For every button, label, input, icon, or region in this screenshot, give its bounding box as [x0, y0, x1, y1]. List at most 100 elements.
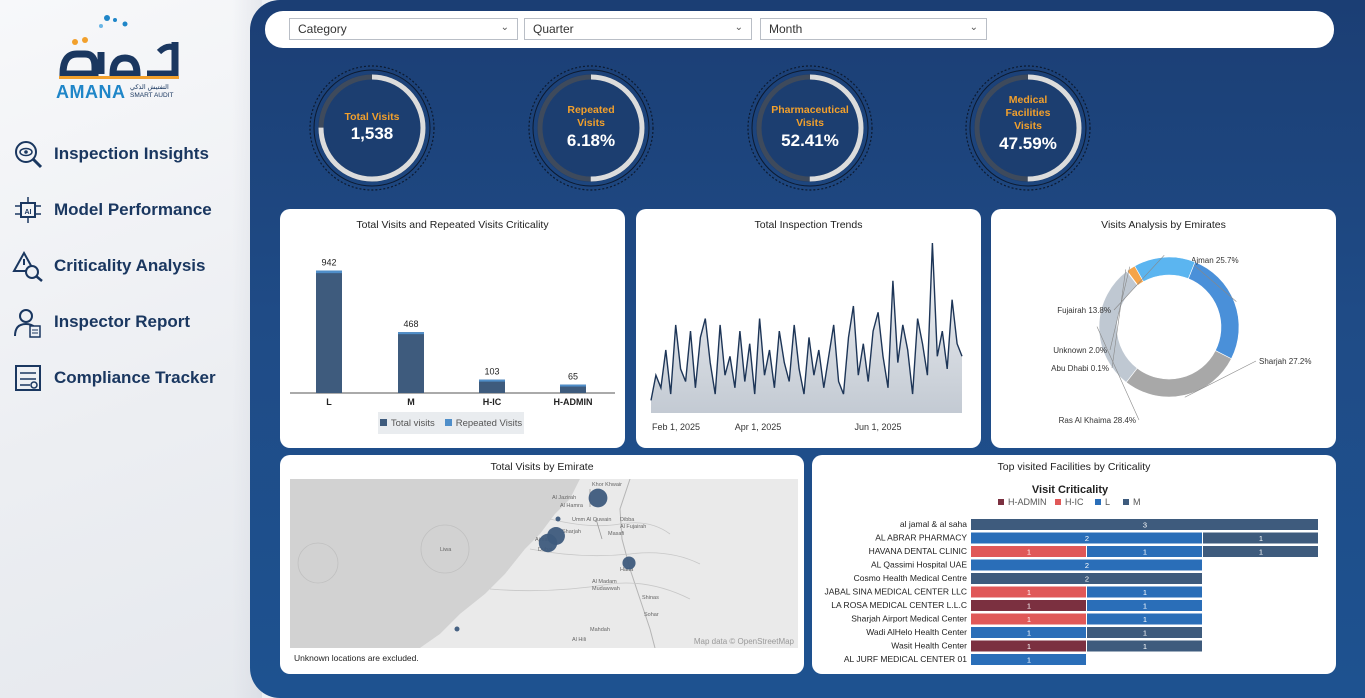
legend-item-repeated[interactable]: Repeated Visits — [444, 418, 522, 429]
tracker-icon — [10, 360, 46, 396]
legend-label: H-ADMIN — [1008, 497, 1047, 507]
svg-text:AI: AI — [25, 209, 32, 216]
chart-legend: Total visits Repeated Visits — [378, 412, 524, 434]
bar-data-label: 103 — [484, 367, 499, 377]
chevron-down-icon: ⌄ — [969, 22, 978, 33]
facility-bar-value: 1 — [1143, 629, 1147, 638]
kpi-label: Repeated Visits — [526, 104, 656, 130]
bar-total-M — [398, 332, 424, 393]
emirates-map[interactable]: Khor Khwair Al Jazirah Al Hamra Al Fujai… — [290, 479, 798, 648]
legend-item-total[interactable]: Total visits — [379, 417, 435, 429]
map-bubble-ras-al-khaimah — [588, 488, 608, 508]
facility-label: Sharjah Airport Medical Center — [851, 614, 967, 624]
emirates-card: Visits Analysis by Emirates Ajman 25.7% S… — [991, 209, 1336, 448]
legend-label: M — [1133, 497, 1141, 507]
facility-label: HAVANA DENTAL CLINIC — [869, 546, 967, 556]
kpi-value: 1,538 — [350, 124, 394, 143]
dropdown-label: Category — [298, 22, 347, 36]
facility-bar-value: 1 — [1027, 642, 1031, 651]
facility-bar-value: 1 — [1027, 602, 1031, 611]
x-tick-label: Feb 1, 2025 — [652, 422, 700, 432]
criticality-bar-chart: 942 L 468 M 103 H-IC 65 H-ADMIN — [290, 258, 615, 407]
category-dropdown[interactable]: Category ⌄ — [289, 18, 518, 40]
category-label: M — [407, 397, 415, 407]
x-tick-label: Jun 1, 2025 — [854, 422, 901, 432]
card-title: Top visited Facilities by Criticality — [997, 461, 1151, 473]
legend-swatch — [444, 418, 452, 426]
facility-label: AL JURF MEDICAL CENTER 01 — [844, 654, 967, 664]
facility-label: al jamal & al saha — [900, 519, 967, 529]
bar-repeated-L — [316, 270, 342, 274]
facility-label: JABAL SINA MEDICAL CENTER LLC — [825, 587, 968, 597]
map-bubble-abu-dhabi — [454, 626, 460, 632]
kpi-label-line: Medical — [1008, 94, 1048, 106]
ai-chip-icon: AI — [10, 192, 46, 228]
sidebar-nav: Inspection Insights AI Model Performance… — [10, 140, 250, 420]
legend-label: Total visits — [390, 417, 435, 429]
card-title: Total Inspection Trends — [754, 219, 863, 231]
inspector-icon — [10, 304, 46, 340]
kpi-label: Pharmaceutical Visits — [745, 104, 875, 130]
nav-compliance-tracker[interactable]: Compliance Tracker — [10, 364, 250, 392]
facility-label: LA ROSA MEDICAL CENTER L.L.C — [831, 600, 967, 610]
legend-title: Visit Criticality — [1032, 484, 1109, 496]
donut-data-label: Abu Dhabi 0.1% — [1051, 364, 1109, 373]
legend-swatch — [379, 418, 387, 426]
card-title: Total Visits by Emirate — [490, 461, 594, 473]
nav-model-performance[interactable]: AI Model Performance — [10, 196, 250, 224]
legend-swatch — [1055, 499, 1061, 505]
donut-slice-sharjah — [1125, 350, 1232, 398]
bar-total-L — [316, 270, 342, 393]
dropdown-label: Month — [769, 22, 803, 36]
nav-criticality-analysis[interactable]: Criticality Analysis — [10, 250, 250, 282]
criticality-card: Total Visits and Repeated Visits Critica… — [280, 209, 625, 448]
kpi-label-line: Repeated — [567, 104, 615, 116]
facility-bar-value: 2 — [1085, 575, 1089, 584]
trends-card: Total Inspection Trends Feb 1, 2025 Apr 1… — [636, 209, 981, 448]
facility-bar-value: 1 — [1143, 548, 1147, 557]
bar-repeated-H-IC — [479, 379, 505, 382]
kpi-value: 52.41% — [781, 131, 839, 150]
bar-data-label: 942 — [321, 258, 336, 268]
map-note: Unknown locations are excluded. — [294, 653, 419, 663]
donut-slice-ajman — [1187, 261, 1240, 360]
bar-data-label: 468 — [403, 319, 418, 329]
kpi-label-line: Visits — [1014, 120, 1042, 132]
legend-swatch — [998, 499, 1004, 505]
kpi-medical-facilities-visits: Medical Facilities Visits 47.59% — [963, 63, 1093, 193]
facility-bar-value: 1 — [1027, 656, 1031, 665]
facility-bar-value: 1 — [1027, 615, 1031, 624]
trend-area — [651, 243, 962, 413]
filter-bar: Category ⌄ Quarter ⌄ Month ⌄ — [265, 11, 1334, 48]
facility-bar-value: 1 — [1143, 602, 1147, 611]
map-bubble-sharjah — [538, 533, 558, 553]
kpi-label-line: Visits — [796, 117, 824, 129]
facilities-stacked-bar-chart: Visit CriticalityH-ADMIN H-IC L Mal jamal &… — [825, 484, 1318, 665]
emirates-donut-chart: Ajman 25.7% Sharjah 27.2% Ras Al Khaima 28… — [1051, 254, 1311, 425]
brand-name-en: AMANA — [56, 82, 126, 102]
kpi-label: Medical Facilities Visits — [963, 94, 1093, 133]
eye-magnifier-icon — [10, 136, 46, 172]
legend-label: H-IC — [1065, 497, 1084, 507]
kpi-value: 47.59% — [999, 134, 1057, 153]
card-title: Total Visits and Repeated Visits Critica… — [356, 219, 549, 231]
donut-data-label: Ajman 25.7% — [1191, 256, 1239, 265]
kpi-total-visits: Total Visits 1,538 — [307, 63, 437, 193]
month-dropdown[interactable]: Month ⌄ — [760, 18, 987, 40]
bar-total-H-IC — [479, 379, 505, 393]
map-attribution: Map data © OpenStreetMap — [693, 637, 794, 646]
facility-bar-value: 2 — [1085, 561, 1089, 570]
kpi-pharmaceutical-visits: Pharmaceutical Visits 52.41% — [745, 63, 875, 193]
category-label: H-IC — [483, 397, 502, 407]
quarter-dropdown[interactable]: Quarter ⌄ — [524, 18, 752, 40]
facility-label: Cosmo Health Medical Centre — [854, 573, 968, 583]
nav-inspection-insights[interactable]: Inspection Insights — [10, 140, 250, 169]
nav-inspector-report[interactable]: Inspector Report — [10, 308, 250, 338]
facility-bar-value: 1 — [1259, 548, 1263, 557]
donut-data-label: Fujairah 13.8% — [1057, 306, 1111, 315]
nav-label: Inspection Insights — [54, 144, 209, 163]
warning-magnifier-icon — [10, 248, 46, 284]
legend-label: L — [1105, 497, 1110, 507]
map-card: Total Visits by Emirate Khor Khwair Al J… — [280, 455, 804, 674]
dropdown-label: Quarter — [533, 22, 574, 36]
